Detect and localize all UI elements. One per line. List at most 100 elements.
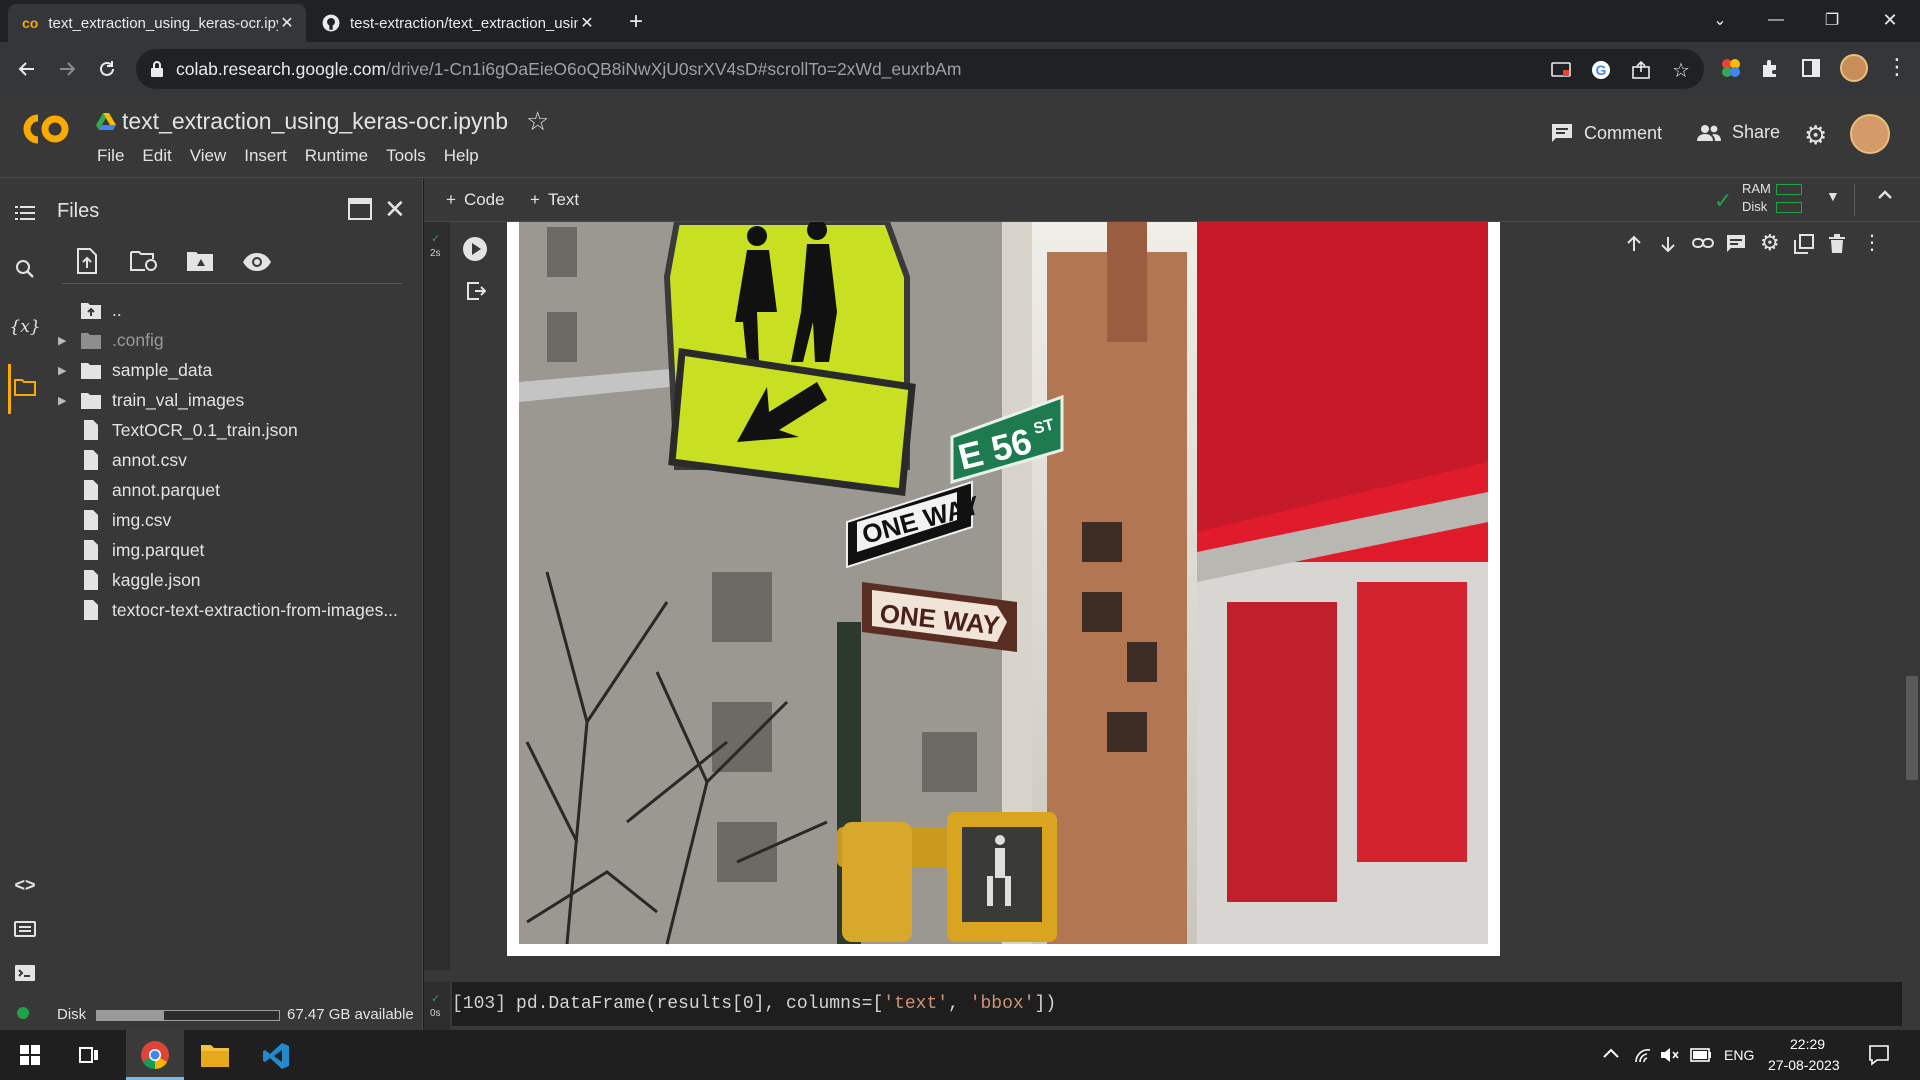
resource-indicator[interactable]: ✓ RAM Disk [1714,181,1804,219]
more-options-icon[interactable]: ⋮ [1862,230,1882,255]
tab-search-icon[interactable]: ⌄ [1692,0,1748,40]
install-app-icon[interactable] [1550,59,1572,81]
add-text-button[interactable]: + Text [530,190,579,210]
expand-caret-icon[interactable]: ▶ [58,394,70,407]
close-icon[interactable]: ✕ [384,194,406,225]
file-tree-file[interactable]: img.csv [50,506,410,534]
table-of-contents-icon[interactable] [10,198,40,228]
menu-runtime[interactable]: Runtime [296,146,377,166]
reload-button[interactable] [92,54,122,84]
chevron-down-icon[interactable]: ▼ [1826,188,1840,204]
file-tree-file[interactable]: img.parquet [50,536,410,564]
share-page-icon[interactable] [1630,59,1652,81]
extension-colorful-icon[interactable] [1720,57,1742,79]
refresh-folder-icon[interactable] [130,250,158,272]
comment-cell-icon[interactable] [1726,234,1746,254]
menu-insert[interactable]: Insert [235,146,296,166]
cell-settings-gear-icon[interactable]: ⚙ [1760,230,1780,256]
left-rail: {x} <> [0,178,50,1030]
windows-start-icon[interactable] [20,1045,40,1065]
forward-button[interactable] [52,54,82,84]
file-tree-file[interactable]: annot.parquet [50,476,410,504]
back-button[interactable] [12,54,42,84]
move-down-arrow-icon[interactable] [1658,234,1678,254]
menu-view[interactable]: View [181,146,236,166]
close-icon[interactable]: ✕ [578,14,596,32]
tab-colab[interactable]: co text_extraction_using_keras-ocr.ipynb… [8,4,306,42]
restore-button[interactable]: ❐ [1804,0,1860,40]
task-view-icon[interactable] [78,1044,100,1066]
add-code-button[interactable]: + Code [446,190,505,210]
star-icon[interactable]: ☆ [526,106,549,137]
cell-success-check-icon: ✓ [431,993,441,1005]
upload-file-icon[interactable] [76,248,98,274]
delete-trash-icon[interactable] [1828,234,1846,254]
move-up-arrow-icon[interactable] [1624,234,1644,254]
close-window-button[interactable]: ✕ [1862,0,1918,40]
vscode-icon[interactable] [262,1042,290,1070]
notifications-icon[interactable] [1868,1044,1890,1066]
output-actions-icon[interactable] [466,282,486,300]
terminal-icon[interactable] [10,958,40,988]
run-cell-button[interactable] [462,236,488,262]
language-indicator[interactable]: ENG [1724,1047,1754,1063]
link-icon[interactable] [1692,236,1714,250]
chrome-taskbar-icon[interactable] [126,1030,184,1080]
account-avatar[interactable] [1850,114,1890,154]
file-tree-folder[interactable]: ▶ .config [50,326,410,354]
file-tree-file[interactable]: annot.csv [50,446,410,474]
google-lens-icon[interactable]: G [1590,59,1612,81]
mirror-cell-icon[interactable] [1794,234,1814,254]
extensions-puzzle-icon[interactable] [1760,57,1782,79]
code-string: 'text' [883,994,949,1014]
menu-help[interactable]: Help [435,146,488,166]
folder-icon[interactable] [10,372,40,402]
close-icon[interactable]: ✕ [278,14,296,32]
battery-icon[interactable] [1690,1048,1712,1062]
open-in-tab-icon[interactable] [348,198,372,220]
browser-toolbar: colab.research.google.com/drive/1-Cn1i6g… [0,42,1920,96]
address-bar[interactable]: colab.research.google.com/drive/1-Cn1i6g… [136,49,1704,89]
lock-icon[interactable] [150,60,164,78]
profile-avatar[interactable] [1840,54,1868,82]
menu-edit[interactable]: Edit [133,146,180,166]
url-path: /drive/1-Cn1i6gOaEieO6oQB8iNwXjU0srXV4sD… [386,58,962,79]
expand-caret-icon[interactable]: ▶ [58,364,70,377]
search-icon[interactable] [10,254,40,284]
show-hidden-eye-icon[interactable] [242,252,272,272]
scrollbar-thumb[interactable] [1906,676,1918,780]
file-tree-file[interactable]: textocr-text-extraction-from-images... [50,596,410,624]
file-tree-file[interactable]: kaggle.json [50,566,410,594]
file-icon [84,540,98,560]
tab-github[interactable]: test-extraction/text_extraction_using_ke… [308,4,606,42]
settings-gear-icon[interactable]: ⚙ [1804,120,1827,151]
show-hidden-icons-chevron-icon[interactable] [1602,1046,1620,1060]
clock-date[interactable]: 27-08-2023 [1768,1057,1840,1073]
file-tree-folder[interactable]: ▶ sample_data [50,356,410,384]
notebook-title[interactable]: text_extraction_using_keras-ocr.ipynb [122,108,508,135]
side-panel-icon[interactable] [1800,57,1822,79]
command-palette-icon[interactable] [10,914,40,944]
variables-icon[interactable]: {x} [9,312,40,342]
file-tree-file[interactable]: TextOCR_0.1_train.json [50,416,410,444]
code-cell[interactable]: [103] pd.DataFrame(results[0], columns=[… [452,982,1902,1026]
share-button[interactable]: Share [1696,122,1780,143]
wifi-icon[interactable] [1634,1046,1654,1064]
file-tree-parent[interactable]: .. [50,296,410,324]
menu-file[interactable]: File [88,146,133,166]
new-tab-button[interactable]: + [622,8,650,36]
minimize-button[interactable]: — [1748,0,1804,40]
expand-caret-icon[interactable]: ▶ [58,334,70,347]
bookmark-star-icon[interactable]: ☆ [1670,59,1692,82]
menu-tools[interactable]: Tools [377,146,435,166]
code-snippets-icon[interactable]: <> [10,870,40,900]
mount-drive-icon[interactable] [186,250,214,272]
file-tree-folder[interactable]: ▶ train_val_images [50,386,410,414]
colab-logo[interactable] [18,112,72,146]
chevron-up-icon[interactable] [1876,186,1894,204]
file-explorer-icon[interactable] [200,1042,230,1068]
chrome-menu-icon[interactable]: ⋮ [1886,54,1908,80]
comment-button[interactable]: Comment [1550,122,1662,144]
volume-muted-icon[interactable] [1660,1046,1680,1064]
clock-time[interactable]: 22:29 [1790,1036,1825,1052]
